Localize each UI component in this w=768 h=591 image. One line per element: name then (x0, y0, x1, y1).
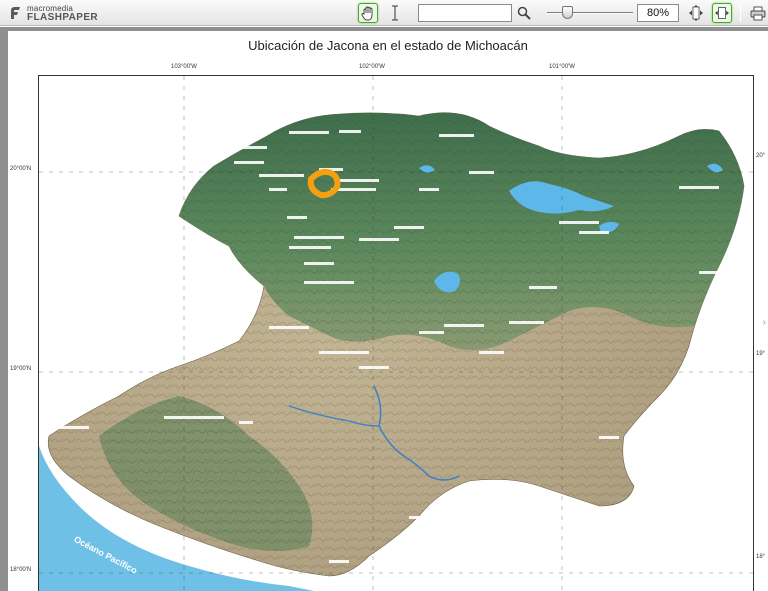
zoom-level-field[interactable]: 80% (637, 4, 679, 22)
top-coordinate-label: 101°00'W (549, 64, 575, 70)
right-coordinate-label: 18° (756, 554, 766, 560)
toolbar: macromedia FLASHPAPER 80% (0, 0, 768, 26)
logo-product-text: FLASHPAPER (27, 12, 99, 23)
right-coordinate-label: 20° (756, 153, 766, 159)
map-title: Ubicación de Jacona en el estado de Mich… (248, 38, 528, 53)
printer-icon (750, 6, 766, 20)
zoom-slider-track[interactable] (547, 12, 633, 14)
search-input[interactable] (418, 4, 512, 22)
map-frame: Océano Pacífico (38, 75, 754, 591)
magnifier-icon (517, 6, 531, 20)
document-page: Ubicación de Jacona en el estado de Mich… (8, 31, 768, 591)
left-coordinate-label: 18°00'N (10, 567, 32, 573)
michoacan-map (39, 76, 753, 591)
zoom-slider-thumb[interactable] (562, 6, 573, 19)
search-button[interactable] (514, 3, 534, 23)
print-button[interactable] (748, 3, 768, 23)
hand-tool-button[interactable] (358, 3, 378, 23)
document-viewport[interactable]: Ubicación de Jacona en el estado de Mich… (0, 27, 768, 591)
text-cursor-icon (392, 5, 398, 21)
flashpaper-logo-icon (11, 7, 20, 19)
top-coordinate-label: 102°00'W (359, 64, 385, 70)
left-coordinate-label: 19°00'N (10, 366, 32, 372)
right-coordinate-label: 19° (756, 351, 766, 357)
zoom-slider[interactable] (547, 6, 633, 20)
fit-width-icon (689, 5, 703, 21)
app-logo: macromedia FLASHPAPER (8, 3, 98, 23)
text-select-tool-button[interactable] (385, 3, 405, 23)
fit-page-icon (715, 7, 729, 19)
fit-page-button[interactable] (712, 3, 732, 23)
hand-icon (361, 6, 373, 20)
fit-width-button[interactable] (686, 3, 706, 23)
toolbar-separator (740, 4, 741, 22)
scrollbar-hint: › (762, 317, 766, 328)
top-coordinate-label: 103°00'W (171, 64, 197, 70)
left-coordinate-label: 20°00'N (10, 166, 32, 172)
